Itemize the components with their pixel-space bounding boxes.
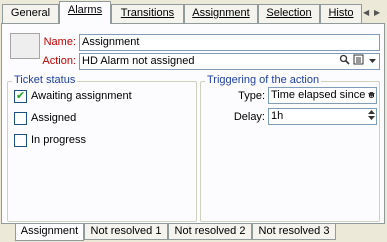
- action-field[interactable]: HD Alarm not assigned: [79, 53, 380, 70]
- chevron-down-icon[interactable]: [366, 88, 376, 103]
- bottom-tab-not-resolved-1[interactable]: Not resolved 1: [84, 224, 168, 240]
- delay-label: Delay:: [233, 111, 265, 123]
- tab-selection[interactable]: Selection: [258, 4, 320, 23]
- tab-transitions-label: Transitions: [120, 7, 175, 19]
- name-label: Name:: [43, 36, 76, 48]
- type-select[interactable]: Time elapsed since o: [268, 87, 377, 104]
- ticket-status-group: Ticket status ✔ Awaiting assignment Assi…: [7, 74, 197, 222]
- tab-bar: General Alarms Transitions Assignment Se…: [0, 0, 387, 24]
- tab-selection-label: Selection: [266, 7, 312, 19]
- triggering-title: Triggering of the action: [205, 74, 322, 86]
- action-label: Action:: [42, 55, 76, 67]
- tab-scroll-right-icon[interactable]: ▶: [374, 8, 380, 17]
- alarms-panel: Name: Assignment Action: HD Alarm not as…: [1, 23, 385, 224]
- tab-scroll-left-icon[interactable]: ◀: [363, 8, 369, 17]
- in-progress-checkbox-box[interactable]: [14, 134, 27, 147]
- tab-general[interactable]: General: [2, 4, 59, 23]
- spinner-icon[interactable]: [366, 109, 376, 124]
- assigned-label: Assigned: [31, 112, 77, 124]
- tab-history-label: Histo: [328, 7, 354, 19]
- bottom-tab-not-resolved-3[interactable]: Not resolved 3: [252, 224, 336, 240]
- tab-alarms[interactable]: Alarms: [59, 1, 111, 24]
- details-icon[interactable]: [352, 54, 365, 69]
- bottom-tab-not-resolved-2[interactable]: Not resolved 2: [168, 224, 252, 240]
- awaiting-assignment-checkmark-icon[interactable]: ✔: [14, 90, 27, 103]
- assigned-checkbox-box[interactable]: [14, 112, 27, 125]
- tab-transitions[interactable]: Transitions: [111, 4, 184, 23]
- name-field[interactable]: Assignment: [79, 34, 380, 51]
- tab-scroll-buttons: ◀ ▶: [363, 8, 385, 20]
- tab-history[interactable]: Histo: [320, 4, 362, 23]
- tab-alarms-label: Alarms: [67, 4, 103, 16]
- magnifier-icon[interactable]: [338, 54, 350, 69]
- tab-assignment[interactable]: Assignment: [184, 4, 258, 23]
- delay-value: 1h: [271, 110, 284, 122]
- type-label: Type:: [238, 90, 265, 102]
- ticket-status-title: Ticket status: [12, 74, 78, 86]
- tab-assignment-label: Assignment: [192, 7, 250, 19]
- awaiting-assignment-label: Awaiting assignment: [31, 90, 132, 102]
- type-value: Time elapsed since o: [271, 89, 375, 101]
- action-value: HD Alarm not assigned: [82, 55, 195, 67]
- triggering-group: Triggering of the action Type: Time elap…: [200, 74, 380, 222]
- alarm-icon-placeholder: [10, 33, 40, 59]
- bottom-tab-bar: Assignment Not resolved 1 Not resolved 2…: [0, 224, 387, 242]
- in-progress-label: In progress: [31, 134, 87, 146]
- dropdown-arrow-icon[interactable]: [367, 54, 377, 69]
- delay-field[interactable]: 1h: [268, 108, 377, 125]
- bottom-tab-assignment[interactable]: Assignment: [15, 224, 84, 241]
